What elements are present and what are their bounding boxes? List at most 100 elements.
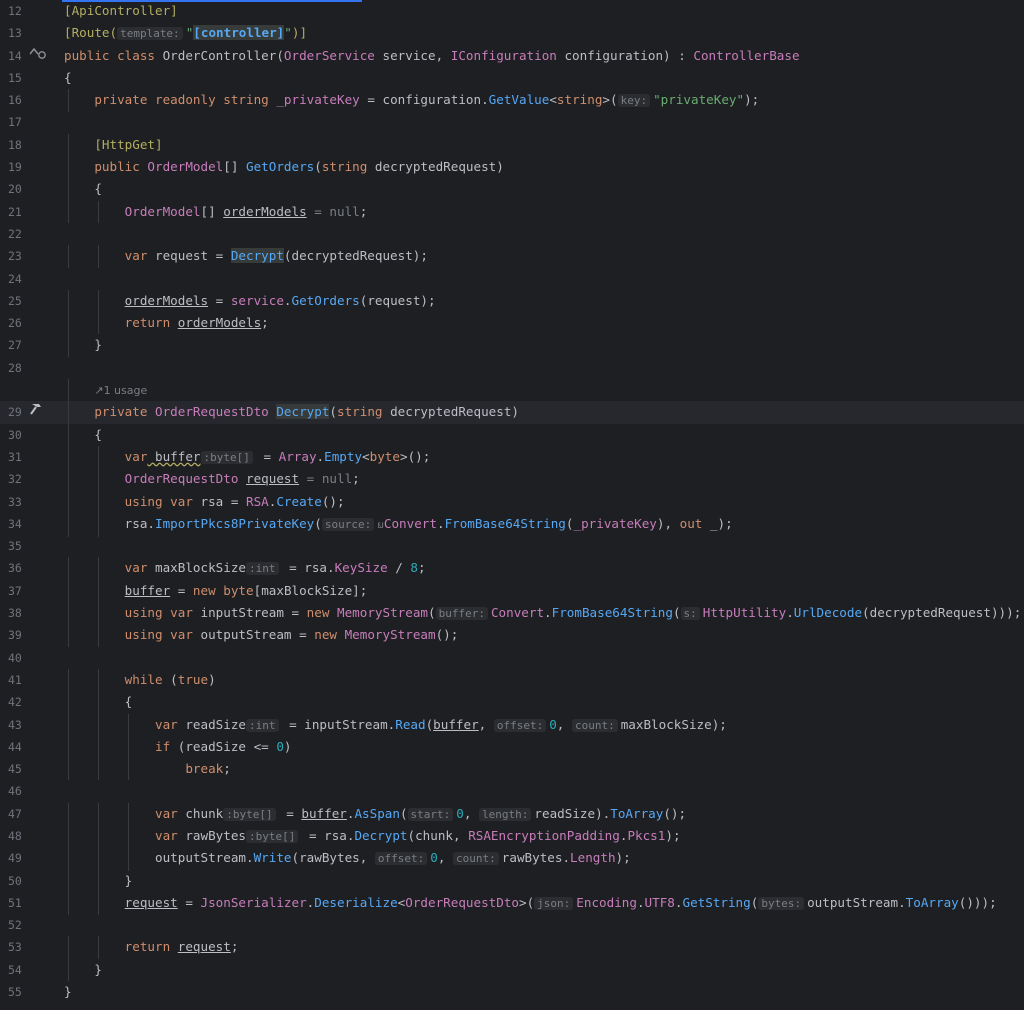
code-line[interactable]: 17 bbox=[0, 111, 1024, 133]
line-number: 48 bbox=[8, 828, 22, 843]
code-line[interactable]: 14 public class OrderController(OrderServ… bbox=[0, 45, 1024, 67]
code-line[interactable]: 48 var rawBytes:byte[] = rsa.Decrypt(chu… bbox=[0, 824, 1024, 849]
code-text: ; bbox=[418, 560, 426, 576]
keyword: private readonly bbox=[94, 92, 224, 108]
code-line[interactable]: 12 [ApiController] bbox=[0, 0, 1024, 22]
line-number: 16 bbox=[8, 93, 22, 108]
code-text: _); bbox=[702, 515, 733, 531]
code-text: = rsa. bbox=[281, 560, 335, 576]
code-line[interactable]: 45 break; bbox=[0, 758, 1024, 781]
code-line[interactable]: 22 bbox=[0, 223, 1024, 245]
line-number: 51 bbox=[8, 895, 22, 910]
code-line[interactable]: 26 return orderModels; bbox=[0, 312, 1024, 335]
code-line[interactable]: 44 if (readSize <= 0) bbox=[0, 735, 1024, 759]
brace: { bbox=[94, 426, 102, 442]
keyword: new bbox=[314, 627, 345, 643]
code-line[interactable]: 54 } bbox=[0, 958, 1024, 982]
keyword: byte bbox=[369, 448, 400, 464]
code-line[interactable]: 30 { bbox=[0, 423, 1024, 446]
code-text: ( bbox=[329, 404, 338, 420]
variable: buffer bbox=[301, 805, 347, 821]
brace: { bbox=[94, 181, 102, 197]
field: _privateKey bbox=[268, 92, 360, 108]
string: [controller] bbox=[193, 25, 285, 41]
code-line[interactable]: 19 public OrderModel[] GetOrders(string … bbox=[0, 156, 1024, 179]
code-text: ; bbox=[230, 939, 239, 955]
param-hint: bytes: bbox=[758, 896, 805, 910]
code-line[interactable]: 23 var request = Decrypt(decryptedReques… bbox=[0, 245, 1024, 268]
code-line[interactable]: 18 [HttpGet] bbox=[0, 133, 1024, 157]
type: Encoding bbox=[576, 894, 637, 910]
param-hint: key: bbox=[617, 94, 651, 108]
line-number: 14 bbox=[8, 48, 22, 63]
line-number: 19 bbox=[8, 160, 22, 175]
code-line[interactable]: 24 bbox=[0, 268, 1024, 290]
method: AsSpan bbox=[354, 805, 400, 821]
code-line[interactable]: 28 bbox=[0, 357, 1024, 379]
code-line[interactable]: 34 rsa.ImportPkcs8PrivateKey(source: ຏCon… bbox=[0, 512, 1024, 538]
variable: chunk bbox=[177, 805, 224, 821]
code-line[interactable]: 37 buffer = new byte[maxBlockSize]; bbox=[0, 579, 1024, 603]
variable: request bbox=[124, 894, 178, 910]
code-line[interactable]: 35 bbox=[0, 535, 1024, 557]
code-text: ); bbox=[615, 850, 631, 866]
code-text: ); bbox=[744, 92, 760, 108]
code-text: ) bbox=[208, 671, 216, 687]
code-line[interactable]: 47 var chunk:byte[] = buffer.AsSpan(star… bbox=[0, 802, 1024, 826]
keyword: string bbox=[321, 159, 368, 175]
code-line[interactable]: 21 OrderModel[] orderModels = null; bbox=[0, 200, 1024, 223]
method: Decrypt bbox=[276, 404, 330, 420]
code-text: >( bbox=[602, 92, 618, 108]
code-line[interactable]: 51 request = JsonSerializer.Deserialize<… bbox=[0, 891, 1024, 916]
code-line-current[interactable]: 29 private OrderRequestDto Decrypt(strin… bbox=[0, 401, 1024, 424]
method: UrlDecode bbox=[793, 605, 863, 621]
code-line[interactable]: 20 { bbox=[0, 178, 1024, 201]
code-text: (chunk, bbox=[407, 827, 469, 843]
code-line[interactable]: 49 outputStream.Write(rawBytes, offset: 0… bbox=[0, 847, 1024, 871]
code-line[interactable]: 15 { bbox=[0, 67, 1024, 89]
code-line[interactable]: 52 bbox=[0, 914, 1024, 936]
line-number: 31 bbox=[8, 449, 22, 464]
code-line[interactable]: 16 private readonly string _privateKey =… bbox=[0, 89, 1024, 113]
line-number: 12 bbox=[8, 4, 22, 18]
code-line[interactable]: 50 } bbox=[0, 869, 1024, 892]
code-line[interactable]: 55} bbox=[0, 981, 1024, 1003]
code-text: . bbox=[636, 894, 645, 910]
hammer-icon[interactable] bbox=[28, 401, 46, 423]
code-line[interactable]: 41 while (true) bbox=[0, 668, 1024, 692]
method: GetOrders bbox=[291, 292, 360, 308]
code-line[interactable]: 38 using var inputStream = new MemoryStr… bbox=[0, 602, 1024, 626]
type: HttpUtility bbox=[702, 605, 787, 621]
type: OrderRequestDto bbox=[405, 894, 519, 910]
method: Decrypt bbox=[230, 248, 284, 264]
implemented-override-icon[interactable] bbox=[28, 45, 48, 67]
type-hint: :byte[] bbox=[200, 450, 253, 464]
keyword: if bbox=[155, 738, 171, 754]
code-line[interactable]: 43 var readSize:int = inputStream.Read(b… bbox=[0, 713, 1024, 737]
usages-link[interactable]: ↗1 usage bbox=[94, 384, 147, 397]
code-line[interactable]: 31 var buffer:byte[] = Array.Empty<byte>… bbox=[0, 445, 1024, 470]
code-line[interactable]: 25 orderModels = service.GetOrders(reque… bbox=[0, 289, 1024, 313]
code-text: [maxBlockSize]; bbox=[253, 582, 368, 598]
keyword: return bbox=[124, 315, 178, 331]
code-line[interactable]: 33 using var rsa = RSA.Create(); bbox=[0, 490, 1024, 513]
code-line[interactable]: 13 [Route(template: "[controller]")] bbox=[0, 22, 1024, 44]
code-line[interactable]: 46 bbox=[0, 780, 1024, 802]
code-line[interactable]: 40 bbox=[0, 647, 1024, 669]
attribute: )] bbox=[291, 25, 308, 41]
code-line[interactable]: 36 var maxBlockSize:int = rsa.KeySize / … bbox=[0, 557, 1024, 581]
brace: } bbox=[94, 337, 102, 353]
code-editor[interactable]: 12 [ApiController] 13 [Route(template: "[co… bbox=[0, 0, 1024, 1003]
code-text: outputStream = bbox=[192, 627, 315, 643]
line-number: 46 bbox=[8, 784, 22, 799]
code-line[interactable]: 27 } bbox=[0, 334, 1024, 357]
keyword: byte bbox=[223, 582, 254, 598]
code-line[interactable]: 32 OrderRequestDto request = null; bbox=[0, 468, 1024, 491]
code-line[interactable]: 42 { bbox=[0, 691, 1024, 714]
code-vision-line: ↗1 usage bbox=[0, 379, 1024, 403]
code-text: (); bbox=[435, 627, 459, 643]
keyword: var bbox=[155, 716, 178, 732]
code-line[interactable]: 53 return request; bbox=[0, 936, 1024, 959]
external-link-icon: ↗ bbox=[94, 384, 104, 398]
code-line[interactable]: 39 using var outputStream = new MemorySt… bbox=[0, 624, 1024, 647]
